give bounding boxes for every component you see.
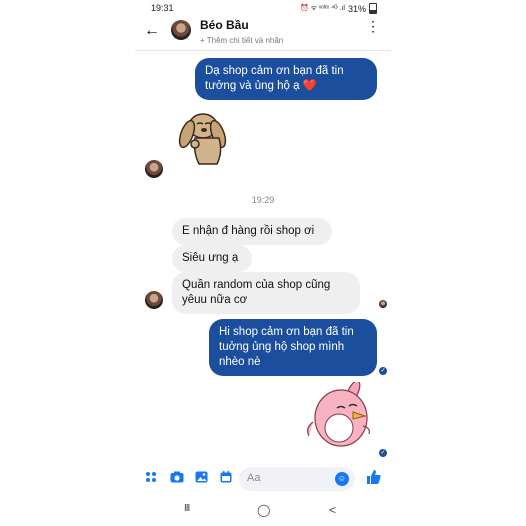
- home-button[interactable]: ◯: [257, 503, 270, 517]
- message-text: Quần random của shop cũng yêuu nữa cơ: [182, 279, 331, 306]
- incoming-message[interactable]: Siêu ưng ạ: [172, 245, 252, 272]
- chat-header: ← Béo Bầu + Thêm chi tiết và nhãn ⋮: [135, 16, 391, 51]
- more-options-icon[interactable]: ⋮: [366, 19, 380, 33]
- outgoing-message[interactable]: Hi shop cảm ơn bạn đã tin tuởng ủng hộ s…: [209, 319, 377, 376]
- contact-avatar-small: [145, 291, 163, 309]
- calendar-icon[interactable]: [220, 471, 232, 486]
- seen-indicator-avatar: [379, 300, 387, 308]
- dog-sticker[interactable]: [173, 108, 239, 174]
- sent-check-icon: ✓: [379, 449, 387, 457]
- message-composer: Aa ☺: [135, 462, 391, 496]
- like-icon[interactable]: [367, 470, 381, 487]
- recents-button[interactable]: III: [184, 503, 190, 514]
- add-details-link[interactable]: + Thêm chi tiết và nhãn: [200, 36, 283, 45]
- grid-icon[interactable]: [145, 471, 157, 486]
- contact-avatar[interactable]: [171, 20, 191, 40]
- status-signal-icons: ⏰ ᯤ ᵛᵒˡᵗᵉ ⁴ᴳ .ıl: [300, 5, 345, 12]
- image-icon[interactable]: [195, 471, 208, 486]
- message-text: Siêu ưng ạ: [182, 252, 239, 264]
- emoji-icon[interactable]: ☺: [335, 472, 349, 486]
- back-button[interactable]: <: [329, 503, 336, 517]
- battery-percent: 31%: [347, 3, 366, 14]
- battery-icon: [369, 3, 377, 14]
- message-input[interactable]: Aa ☺: [239, 467, 355, 491]
- messenger-screen: 19:31 ⏰ ᯤ ᵛᵒˡᵗᵉ ⁴ᴳ .ıl 31% ← Béo Bầu + T…: [135, 0, 391, 526]
- message-text: Hi shop cảm ơn bạn đã tin tuởng ủng hộ s…: [219, 326, 354, 368]
- system-navigation-bar: III ◯ <: [135, 500, 391, 522]
- message-text: E nhận đ hàng rồi shop ơi: [182, 225, 315, 237]
- status-time: 19:31: [151, 3, 174, 13]
- message-timestamp: 19:29: [251, 195, 275, 205]
- status-icons: ⏰ ᯤ ᵛᵒˡᵗᵉ ⁴ᴳ .ıl 31%: [300, 3, 377, 14]
- back-arrow-icon[interactable]: ←: [144, 22, 160, 40]
- camera-icon[interactable]: [170, 471, 184, 486]
- status-bar: 19:31 ⏰ ᯤ ᵛᵒˡᵗᵉ ⁴ᴳ .ıl 31%: [135, 0, 391, 16]
- contact-avatar-small: [145, 160, 163, 178]
- incoming-message[interactable]: Quần random của shop cũng yêuu nữa cơ: [172, 272, 360, 314]
- sent-check-icon: ✓: [379, 367, 387, 375]
- message-input-placeholder: Aa: [247, 472, 261, 484]
- contact-name[interactable]: Béo Bầu: [200, 18, 249, 32]
- incoming-message[interactable]: E nhận đ hàng rồi shop ơi: [172, 218, 332, 245]
- outgoing-message[interactable]: Dạ shop cảm ơn bạn đã tin tưởng và ủng h…: [195, 58, 377, 100]
- pink-bird-sticker[interactable]: [303, 382, 375, 452]
- message-text: Dạ shop cảm ơn bạn đã tin tưởng và ủng h…: [205, 65, 344, 92]
